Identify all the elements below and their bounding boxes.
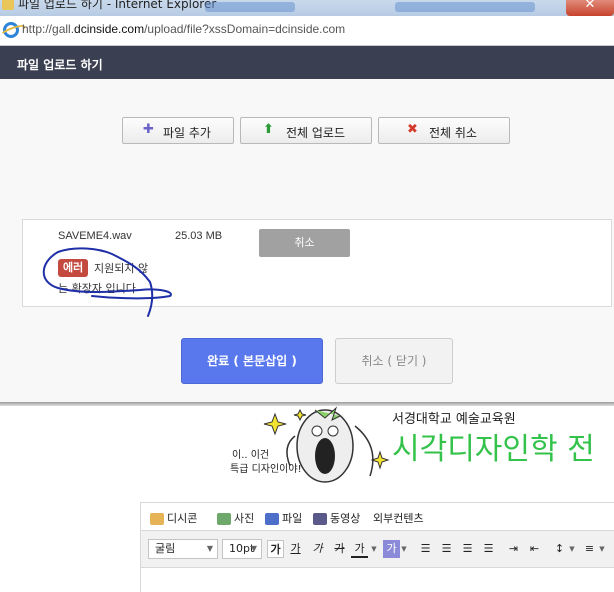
upload-dialog-body: ✚ 파일 추가 ⬆ 전체 업로드 ✖ 전체 취소 SAVEME4.wav 25.…: [0, 79, 614, 402]
file-icon: [265, 513, 279, 525]
add-file-button[interactable]: ✚ 파일 추가: [122, 117, 234, 144]
video-tab[interactable]: 동영상: [313, 510, 360, 526]
cartoon-caption: 특급 디자인이야!: [230, 464, 302, 475]
close-icon: ✖: [407, 122, 418, 137]
outdent-icon[interactable]: ⇤: [526, 540, 543, 558]
window-close-button[interactable]: ✕: [566, 0, 614, 16]
file-name: SAVEME4.wav: [58, 230, 132, 242]
file-tab[interactable]: 파일: [265, 510, 302, 526]
image-icon: [217, 513, 231, 525]
cartoon-caption: 이.. 이건: [232, 450, 270, 461]
error-message-continued: 는 확장자 입니다: [58, 282, 136, 295]
font-family-select[interactable]: 굴림 ▼: [148, 539, 218, 559]
video-icon: [313, 513, 327, 525]
dccon-tab[interactable]: 디시콘: [150, 510, 197, 526]
background-tab-blur: [395, 2, 535, 12]
error-badge: 에러: [58, 259, 89, 277]
plus-icon: ✚: [143, 122, 154, 137]
bold-button[interactable]: 가: [267, 540, 284, 558]
chevron-down-icon[interactable]: ▼: [370, 540, 378, 558]
chevron-down-icon[interactable]: ▼: [598, 540, 606, 558]
file-list: SAVEME4.wav 25.03 MB 취소 에러 지원되지 않 는 확장자 …: [22, 219, 612, 307]
strikethrough-button[interactable]: 가: [331, 540, 348, 558]
align-justify-icon[interactable]: ☰: [480, 540, 497, 558]
file-size: 25.03 MB: [175, 230, 223, 242]
window-title: 파일 업로드 하기 - Internet Explorer: [18, 0, 217, 11]
chevron-down-icon[interactable]: ▼: [400, 540, 408, 558]
align-left-icon[interactable]: ☰: [417, 540, 434, 558]
ad-banner[interactable]: 이.. 이건 특급 디자인이야! 서경대학교 예술교육원 시각디자인학 전: [220, 406, 614, 484]
underline-button[interactable]: 가: [287, 540, 304, 558]
align-right-icon[interactable]: ☰: [459, 540, 476, 558]
list-icon[interactable]: ≡: [581, 540, 598, 558]
cancel-all-button[interactable]: ✖ 전체 취소: [378, 117, 510, 144]
internet-explorer-icon: [3, 22, 19, 38]
indent-icon[interactable]: ⇥: [505, 540, 522, 558]
align-center-icon[interactable]: ☰: [438, 540, 455, 558]
chevron-down-icon[interactable]: ▼: [568, 540, 576, 558]
photo-tab[interactable]: 사진: [217, 510, 254, 526]
font-color-button[interactable]: 가: [351, 540, 368, 558]
file-cancel-button[interactable]: 취소: [259, 229, 350, 257]
upload-all-button[interactable]: ⬆ 전체 업로드: [240, 117, 372, 144]
external-content-tab[interactable]: 외부컨텐츠: [373, 510, 424, 526]
url-text[interactable]: http://gall.dcinside.com/upload/file?xss…: [22, 22, 345, 36]
done-insert-button[interactable]: 완료 ( 본문삽입 ): [181, 338, 323, 384]
address-bar[interactable]: http://gall.dcinside.com/upload/file?xss…: [0, 16, 614, 46]
window-title-bar: 파일 업로드 하기 - Internet Explorer ✕: [0, 0, 614, 16]
italic-button[interactable]: 가: [309, 540, 326, 558]
background-tab-blur: [205, 2, 295, 12]
upload-arrow-icon: ⬆: [263, 122, 274, 137]
editor-content-area[interactable]: [140, 568, 614, 592]
line-height-icon[interactable]: ↕: [551, 540, 568, 558]
dialog-header: 파일 업로드 하기: [0, 46, 614, 79]
dialog-title: 파일 업로드 하기: [17, 58, 103, 72]
highlight-color-button[interactable]: 가: [383, 540, 400, 558]
page-icon: [2, 0, 14, 10]
editor-toolbar: 굴림 ▼ 10pt ▼ 가 가 가 가 가 ▼ 가 ▼ ☰ ☰ ☰ ☰ ⇥ ⇤ ↕ …: [140, 530, 614, 568]
font-size-select[interactable]: 10pt ▼: [222, 539, 262, 559]
ad-headline: 시각디자인학 전: [392, 432, 595, 467]
editor-attachment-bar: 디시콘 사진 파일 동영상 외부컨텐츠: [140, 502, 614, 530]
error-message: 지원되지 않: [94, 262, 149, 275]
cancel-close-button[interactable]: 취소 ( 닫기 ): [335, 338, 453, 384]
dccon-icon: [150, 513, 164, 525]
